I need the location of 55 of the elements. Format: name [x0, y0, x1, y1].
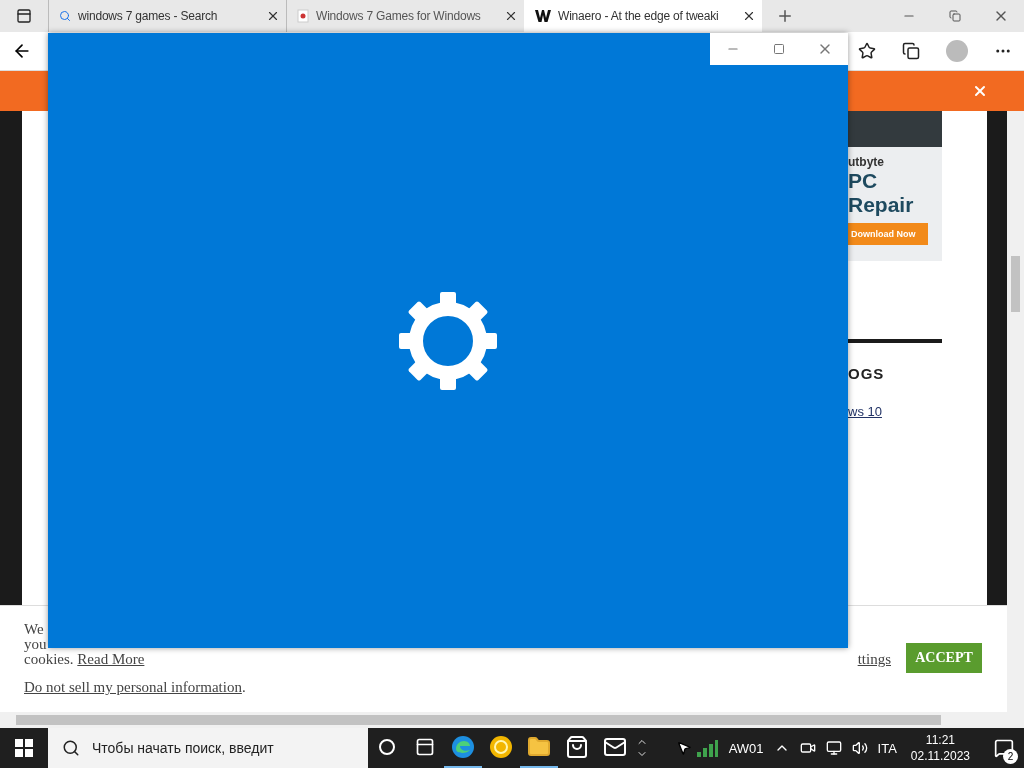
notification-count: 2: [1003, 749, 1018, 764]
ad-title: Repair: [848, 193, 915, 217]
tab-title: windows 7 games - Search: [78, 9, 219, 23]
scroll-thumb[interactable]: [1011, 256, 1020, 312]
search-field[interactable]: Чтобы начать поиск, введит: [48, 728, 368, 768]
mail-icon[interactable]: [603, 735, 627, 759]
close-icon[interactable]: [504, 9, 518, 23]
cookie-text: you: [24, 637, 48, 652]
tray-app-label: AW01: [728, 740, 764, 756]
read-more-link[interactable]: Read More: [77, 651, 145, 667]
mouse-pointer-icon: [676, 740, 692, 756]
store-icon[interactable]: [565, 735, 589, 759]
ad-brand: utbyte: [848, 155, 885, 169]
gear-icon: [399, 291, 497, 390]
sidebar-link[interactable]: ws 10: [848, 404, 942, 419]
signal-chart-icon[interactable]: [694, 737, 719, 759]
language-indicator[interactable]: ITA: [877, 740, 897, 756]
tab-title: Winaero - At the edge of tweaki: [558, 9, 720, 23]
close-icon[interactable]: [742, 9, 756, 23]
ring-icon[interactable]: [489, 735, 513, 759]
task-view-icon[interactable]: [415, 737, 435, 757]
cortana-circle-icon[interactable]: [378, 738, 396, 756]
restore-icon[interactable]: [949, 10, 961, 22]
favorites-icon[interactable]: [858, 42, 876, 60]
folder-icon[interactable]: [527, 735, 551, 759]
edge-icon[interactable]: [451, 735, 475, 759]
ad-title: PC: [848, 169, 879, 193]
maximize-icon[interactable]: [773, 43, 785, 55]
tab-actions-icon[interactable]: [16, 8, 32, 24]
new-tab-icon[interactable]: [776, 7, 794, 25]
search-input[interactable]: Чтобы начать поиск, введит: [90, 739, 314, 757]
network-icon[interactable]: [825, 740, 842, 756]
collections-icon[interactable]: [902, 42, 920, 60]
privacy-text: Do not sell my personal information.: [24, 680, 246, 695]
vertical-scrollbar[interactable]: [1007, 111, 1024, 712]
w-logo-icon: [535, 9, 551, 23]
search-icon: [59, 10, 71, 22]
close-icon[interactable]: [266, 9, 280, 23]
camera-icon[interactable]: [799, 740, 816, 756]
notifications-icon[interactable]: [994, 738, 1014, 758]
scroll-thumb[interactable]: [16, 715, 941, 725]
windows-logo-icon[interactable]: [15, 739, 33, 757]
browser-tab[interactable]: Winaero - At the edge of tweaki: [524, 0, 762, 32]
search-icon: [62, 739, 80, 757]
clock[interactable]: 11:21 02.11.2023: [906, 732, 974, 764]
section-heading: OGS: [848, 365, 886, 382]
cookie-text: cookies. Read More: [24, 652, 146, 667]
tab-title: Windows 7 Games for Windows: [316, 9, 482, 23]
cookie-settings-link[interactable]: ttings: [857, 651, 891, 668]
horizontal-scrollbar[interactable]: [0, 712, 1024, 728]
ad-banner[interactable]: utbyte PC Repair Download Now: [848, 111, 942, 261]
cookie-text: We: [24, 622, 45, 637]
playing-card-icon: [297, 9, 309, 23]
do-not-sell-link[interactable]: Do not sell my personal information: [24, 679, 242, 695]
volume-icon[interactable]: [851, 740, 868, 756]
